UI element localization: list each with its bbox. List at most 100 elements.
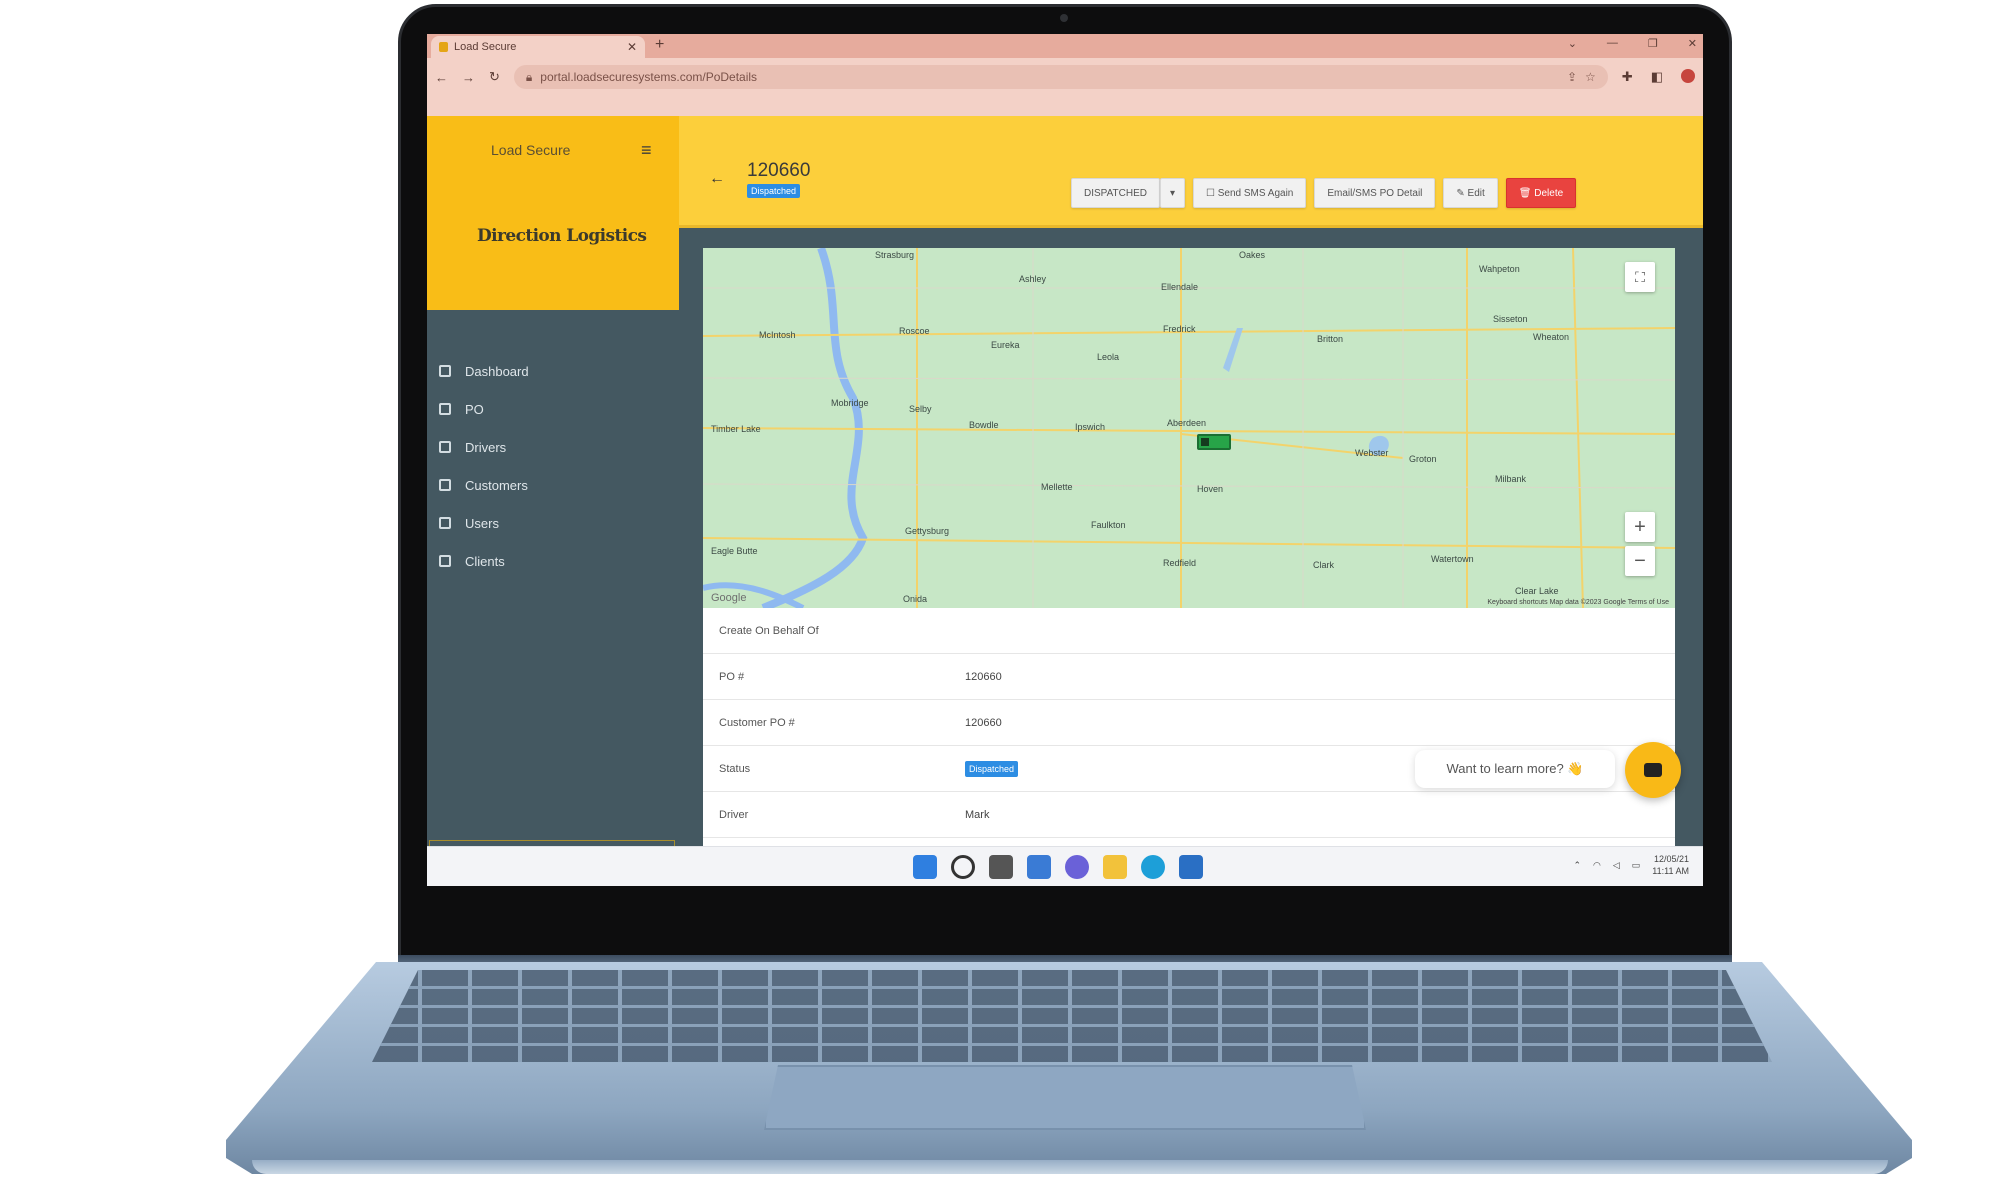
send-sms-button[interactable]: ☐ Send SMS Again (1193, 178, 1307, 208)
sidebar-item-po[interactable]: PO (427, 390, 679, 428)
share-icon[interactable]: ⇪ (1567, 70, 1577, 84)
detail-row-po-number: PO # 120660 (703, 654, 1675, 700)
profile-avatar[interactable] (1681, 69, 1695, 83)
file-explorer-icon[interactable] (1103, 855, 1127, 879)
map-label: McIntosh (759, 330, 796, 340)
hamburger-menu-icon[interactable]: ≡ (641, 140, 652, 161)
store-icon[interactable] (1179, 855, 1203, 879)
map-attribution[interactable]: Keyboard shortcuts Map data ©2023 Google… (1487, 599, 1669, 606)
sidebar-item-customers[interactable]: Customers (427, 466, 679, 504)
map-label: Fredrick (1163, 324, 1196, 334)
browser-tab-bar: Load Secure ✕ + ⌄ — ❐ ✕ (427, 34, 1703, 58)
brand-name: Load Secure (491, 142, 571, 158)
status-select-button[interactable]: DISPATCHED (1071, 178, 1160, 208)
edit-button[interactable]: ✎ Edit (1443, 178, 1498, 208)
clock-time: 11:11 AM (1652, 866, 1689, 876)
zoom-out-button[interactable]: − (1625, 546, 1655, 576)
back-arrow-icon[interactable]: ← (709, 170, 725, 188)
volume-icon[interactable]: ◁ (1613, 860, 1620, 871)
map-label: Milbank (1495, 474, 1527, 484)
map-label: Onida (903, 594, 928, 604)
detail-label: Status (719, 762, 751, 775)
chat-bubble-icon (1644, 763, 1662, 777)
task-view-icon[interactable] (989, 855, 1013, 879)
new-tab-button[interactable]: + (655, 36, 664, 54)
map-label: Sisseton (1493, 314, 1528, 324)
windows-start-icon[interactable] (913, 855, 937, 879)
customers-icon (439, 479, 451, 491)
clock-date: 12/05/21 (1653, 854, 1689, 864)
system-clock[interactable]: 12/05/21 11:11 AM (1652, 853, 1689, 877)
close-tab-icon[interactable]: ✕ (627, 40, 637, 54)
sidebar-item-label: Users (465, 515, 499, 531)
map-label: Clark (1313, 560, 1335, 570)
chat-launcher-button[interactable] (1625, 742, 1681, 798)
map-label: Mellette (1041, 482, 1073, 492)
map-label: Ipswich (1075, 422, 1106, 432)
lock-icon: 🔒︎ (525, 69, 533, 84)
map-label: Timber Lake (711, 424, 761, 434)
map-label: Britton (1317, 334, 1344, 344)
map-label: Clear Lake (1515, 586, 1559, 596)
sidebar-item-clients[interactable]: Clients (427, 542, 679, 580)
webcam (1060, 14, 1068, 22)
detail-value: 120660 (965, 716, 1002, 729)
map-label: Eureka (991, 340, 1020, 350)
address-bar[interactable]: 🔒︎ portal.loadsecuresystems.com/PoDetail… (513, 65, 1608, 89)
back-icon[interactable]: ← (435, 70, 448, 85)
map-label: Redfield (1163, 558, 1197, 568)
sidebar: Load Secure ≡ Direction Logistics Dashbo… (427, 116, 679, 886)
widgets-icon[interactable] (1027, 855, 1051, 879)
minimize-icon[interactable]: — (1607, 37, 1618, 50)
map-label: Bowdle (969, 420, 999, 430)
address-toolbar: ← → ↻ 🔒︎ portal.loadsecuresystems.com/Po… (427, 58, 1703, 96)
route-map[interactable]: Strasburg Ashley Oakes Wahpeton Ellendal… (703, 248, 1675, 608)
map-roads (703, 248, 1675, 608)
taskbar-apps (913, 855, 1203, 879)
map-label: Oakes (1239, 250, 1266, 260)
sidebar-item-dashboard[interactable]: Dashboard (427, 352, 679, 390)
search-icon[interactable] (951, 855, 975, 879)
fullscreen-icon[interactable]: ⛶ (1625, 262, 1655, 292)
page-title: 120660 (747, 160, 811, 181)
window-controls: ⌄ — ❐ ✕ (1568, 37, 1697, 50)
map-label: Hoven (1197, 484, 1224, 494)
chevron-down-icon[interactable]: ▾ (1159, 178, 1185, 208)
detail-row-customer-po: Customer PO # 120660 (703, 700, 1675, 746)
restore-icon[interactable]: ❐ (1648, 37, 1658, 50)
extensions-icon[interactable]: ✚ (1622, 69, 1633, 85)
po-detail-list: Create On Behalf Of PO # 120660 Customer… (703, 608, 1675, 838)
reload-icon[interactable]: ↻ (489, 69, 500, 85)
sidebar-item-label: Dashboard (465, 363, 529, 379)
map-label: Selby (909, 404, 932, 414)
sidepanel-icon[interactable]: ◧ (1651, 69, 1663, 85)
sidebar-item-users[interactable]: Users (427, 504, 679, 542)
tab-title: Load Secure (454, 41, 517, 53)
map-label: Wahpeton (1479, 264, 1520, 274)
tab-search-icon[interactable]: ⌄ (1568, 37, 1577, 50)
detail-value: Mark (965, 808, 990, 821)
browser-tab[interactable]: Load Secure ✕ (431, 36, 645, 58)
bookmark-star-icon[interactable]: ☆ (1585, 70, 1596, 84)
sidebar-nav: Dashboard PO Drivers Customers Users Cli… (427, 352, 679, 580)
zoom-in-button[interactable]: + (1625, 512, 1655, 542)
map-label: Ellendale (1161, 282, 1199, 292)
sidebar-item-drivers[interactable]: Drivers (427, 428, 679, 466)
chevron-up-icon[interactable]: ⌃ (1573, 860, 1581, 871)
email-sms-po-detail-button[interactable]: Email/SMS PO Detail (1314, 178, 1436, 208)
chat-icon[interactable] (1065, 855, 1089, 879)
close-window-icon[interactable]: ✕ (1688, 37, 1697, 50)
wifi-icon[interactable]: ◠ (1593, 860, 1601, 871)
delete-button[interactable]: 🗑 Delete (1505, 178, 1577, 208)
battery-icon[interactable]: ▭ (1632, 860, 1641, 871)
edge-icon[interactable] (1141, 855, 1165, 879)
map-label: Mobridge (831, 398, 869, 408)
sidebar-item-label: Customers (465, 477, 528, 493)
map-label: Webster (1355, 448, 1389, 458)
truck-location-marker[interactable] (1197, 434, 1231, 450)
detail-value: 120660 (965, 670, 1002, 683)
detail-label: Driver (719, 808, 749, 821)
forward-icon[interactable]: → (462, 70, 475, 85)
chat-prompt[interactable]: Want to learn more? 👋 (1415, 750, 1615, 788)
page-header: ← 120660 Dispatched DISPATCHED ▾ ☐ Send … (679, 116, 1703, 228)
